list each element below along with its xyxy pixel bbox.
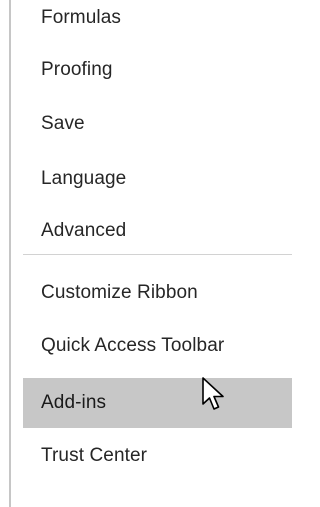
- nav-item-label: Language: [41, 168, 127, 189]
- nav-item-label: Quick Access Toolbar: [41, 335, 225, 356]
- nav-item-add-ins[interactable]: Add-ins: [23, 378, 292, 428]
- nav-item-label: Save: [41, 113, 85, 134]
- nav-item-quick-access-toolbar[interactable]: Quick Access Toolbar: [23, 322, 292, 370]
- nav-item-label: Advanced: [41, 220, 127, 241]
- nav-item-label: Formulas: [41, 7, 121, 28]
- nav-item-customize-ribbon[interactable]: Customize Ribbon: [23, 269, 292, 317]
- sidebar-border: [9, 0, 11, 507]
- nav-item-save[interactable]: Save: [23, 100, 292, 148]
- nav-item-label: Proofing: [41, 59, 113, 80]
- nav-item-formulas[interactable]: Formulas: [23, 0, 292, 42]
- nav-item-label: Customize Ribbon: [41, 282, 198, 303]
- options-nav: Formulas Proofing Save Language Advanced…: [23, 0, 292, 507]
- nav-item-label: Trust Center: [41, 445, 148, 466]
- nav-item-advanced[interactable]: Advanced: [23, 207, 292, 255]
- nav-item-proofing[interactable]: Proofing: [23, 46, 292, 94]
- nav-item-trust-center[interactable]: Trust Center: [23, 432, 292, 480]
- nav-item-label: Add-ins: [41, 392, 107, 413]
- nav-item-language[interactable]: Language: [23, 155, 292, 203]
- nav-separator: [23, 254, 292, 255]
- options-dialog-sidebar: Formulas Proofing Save Language Advanced…: [0, 0, 292, 507]
